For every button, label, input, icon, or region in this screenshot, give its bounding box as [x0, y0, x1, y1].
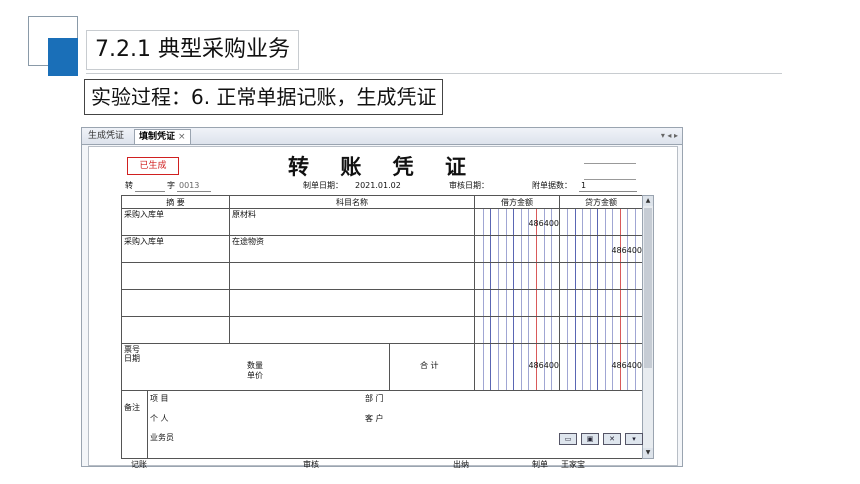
vertical-scrollbar[interactable]: ▲ ▼: [642, 195, 654, 459]
voucher-document: 转 账 凭 证 已生成 转 字 0013 制单日期： 2021.01.02 审核…: [88, 146, 678, 469]
salesperson-label: 业务员: [150, 433, 174, 442]
tab-fill-voucher[interactable]: 填制凭证 ×: [134, 129, 191, 144]
audit-date-label: 审核日期：: [449, 181, 489, 190]
project-label: 项 目: [150, 394, 169, 403]
close-icon[interactable]: ×: [178, 132, 186, 142]
department-label: 部 门: [365, 394, 384, 403]
type-underline: [135, 191, 165, 192]
reviewer-label: 审核: [303, 460, 319, 469]
row-divider: [122, 289, 642, 290]
row-account[interactable]: 原材料: [232, 210, 256, 220]
row-account[interactable]: 在途物资: [232, 237, 264, 247]
row-debit[interactable]: 486400: [475, 219, 559, 229]
attachments-label: 附单据数：: [532, 181, 572, 190]
maker-name: 王家宝: [561, 460, 585, 469]
image-icon[interactable]: ▣: [581, 433, 599, 445]
dropdown-icon[interactable]: ▾: [625, 433, 643, 445]
top-right-line: [584, 163, 636, 164]
row-divider: [122, 262, 642, 263]
total-credit: 486400: [611, 361, 642, 370]
tab-generate-voucher[interactable]: 生成凭证: [84, 129, 128, 143]
status-stamp: 已生成: [127, 157, 179, 175]
row-summary[interactable]: 采购入库单: [124, 237, 164, 247]
number-underline: [177, 191, 211, 192]
footer-date-label: 日期: [124, 354, 140, 363]
maker-label: 制单: [532, 460, 548, 469]
slide-title: 7.2.1 典型采购业务: [86, 30, 299, 70]
customer-label: 客 户: [365, 414, 384, 423]
scroll-up-icon[interactable]: ▲: [643, 196, 653, 206]
col-divider: [389, 343, 390, 390]
header-credit: 贷方金额: [585, 198, 617, 207]
row-summary[interactable]: 采购入库单: [124, 210, 164, 220]
cancel-icon[interactable]: ✕: [603, 433, 621, 445]
total-label: 合 计: [420, 361, 439, 370]
row-divider: [122, 343, 642, 344]
row-divider: [122, 390, 642, 391]
scroll-down-icon[interactable]: ▼: [643, 448, 653, 458]
attachments-underline: [579, 191, 637, 192]
row-divider: [122, 208, 642, 209]
number-label: 字: [167, 181, 175, 190]
slide-subtitle: 实验过程：6. 正常单据记账，生成凭证: [84, 79, 444, 115]
col-divider: [229, 196, 230, 343]
tab-nav-icon[interactable]: ▾ ◂ ▸: [661, 129, 678, 143]
unit-price-label: 单价: [247, 371, 263, 380]
attachment-icon[interactable]: ▭: [559, 433, 577, 445]
scroll-thumb[interactable]: [644, 208, 652, 368]
decor-square-fill: [48, 38, 78, 76]
remarks-label: 备注: [124, 403, 140, 412]
col-divider: [147, 390, 148, 458]
row-divider: [122, 316, 642, 317]
row-divider: [122, 235, 642, 236]
header-account: 科目名称: [336, 198, 368, 207]
voucher-table: 摘 要 科目名称 借方金额 贷方金额 采购入库单 原材料 486400 采购入库…: [121, 195, 643, 459]
voucher-window: 生成凭证 填制凭证 × ▾ ◂ ▸ 转 账 凭 证 已生成 转 字 0013 制单…: [81, 127, 683, 469]
date-label: 制单日期：: [303, 181, 343, 190]
voucher-number[interactable]: 0013: [179, 181, 199, 191]
cashier-label: 出纳: [453, 460, 469, 469]
top-right-line: [584, 179, 636, 180]
title-divider: [86, 73, 782, 74]
header-debit: 借方金额: [501, 198, 533, 207]
person-label: 个 人: [150, 414, 169, 423]
bookkeeper-label: 记账: [131, 460, 147, 469]
voucher-date[interactable]: 2021.01.02: [355, 181, 401, 191]
voucher-type: 转: [125, 181, 133, 190]
total-debit: 486400: [528, 361, 559, 370]
tab-bar: 生成凭证 填制凭证 × ▾ ◂ ▸: [82, 128, 682, 145]
attachments-count[interactable]: 1: [581, 181, 586, 191]
header-summary: 摘 要: [166, 198, 185, 207]
quantity-label: 数量: [247, 361, 263, 370]
row-credit[interactable]: 486400: [560, 246, 642, 256]
